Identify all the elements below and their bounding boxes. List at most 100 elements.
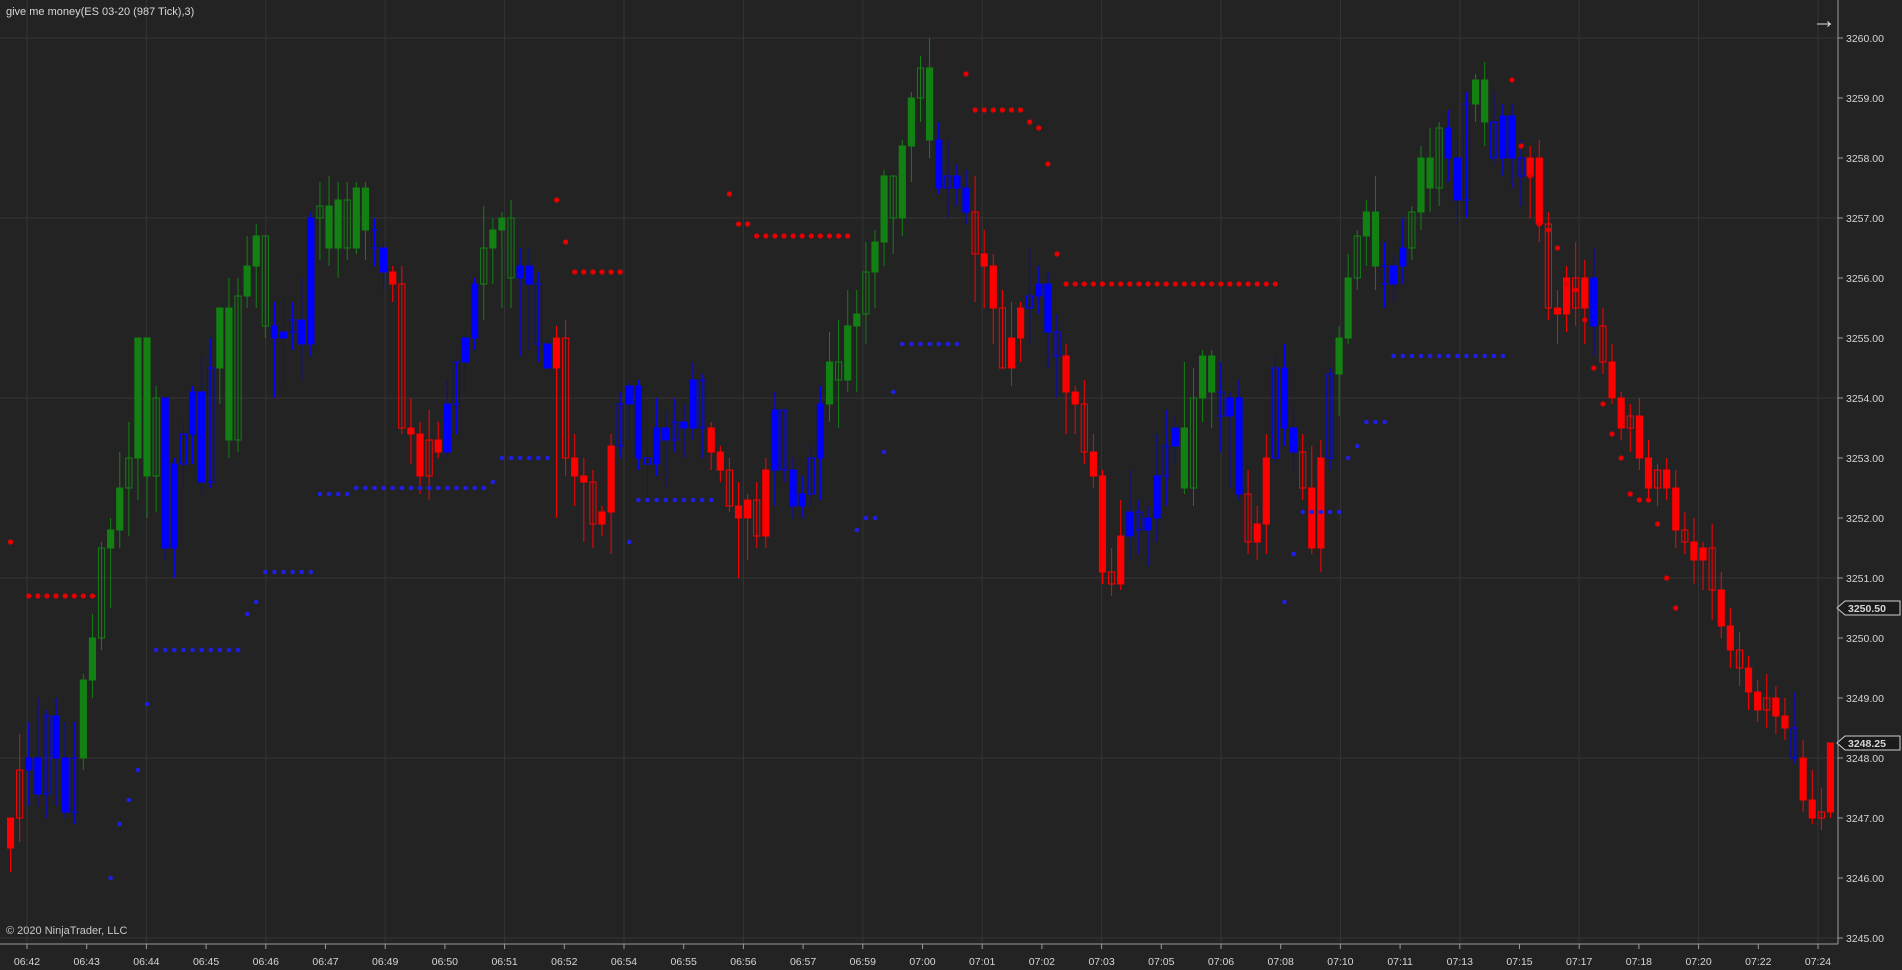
candle-body — [216, 307, 224, 369]
trail-stop-dot — [226, 647, 232, 653]
candle-body — [1781, 715, 1789, 729]
trail-stop-dot — [463, 485, 468, 491]
candle[interactable] — [1826, 742, 1835, 818]
candle[interactable] — [307, 212, 315, 356]
candle-body — [525, 265, 533, 285]
candle-body — [307, 217, 315, 345]
trail-stop-dot — [690, 497, 696, 503]
candle-body — [225, 307, 233, 441]
candle-body — [1180, 427, 1188, 489]
candle-body — [1754, 691, 1762, 711]
psar-dot — [590, 269, 596, 275]
psar-dot — [617, 269, 623, 275]
candle[interactable] — [161, 397, 169, 560]
candle-body — [1117, 535, 1125, 585]
psar-dot — [553, 197, 560, 203]
psar-dot — [836, 233, 842, 239]
candle-body — [1471, 79, 1480, 105]
price-tick-label: 3253.00 — [1846, 453, 1884, 465]
trail-stop-dot — [1282, 599, 1287, 605]
candle-body — [1253, 523, 1261, 543]
candle[interactable] — [1098, 470, 1107, 584]
trail-stop-dot — [162, 647, 168, 653]
trail-stop-dot — [363, 485, 368, 491]
trail-stop-dot — [290, 569, 295, 575]
trail-stop-dot — [399, 485, 405, 491]
candle[interactable] — [79, 674, 87, 770]
price-marker-label: 3248.25 — [1848, 738, 1886, 750]
trail-stop-dot — [335, 491, 341, 497]
psar-dot — [1254, 281, 1260, 287]
candle[interactable] — [1235, 380, 1243, 500]
time-tick-label: 06:51 — [491, 956, 517, 968]
trail-stop-dot — [181, 647, 186, 653]
candle-body — [1390, 265, 1398, 285]
psar-dot — [1145, 281, 1151, 287]
psar-dot — [1518, 143, 1524, 149]
psar-dot — [1563, 281, 1570, 287]
candle-body — [1062, 355, 1070, 393]
psar-dot — [1627, 491, 1633, 497]
trail-stop-dot — [645, 497, 650, 503]
arrow-right-icon[interactable]: → — [1810, 8, 1838, 34]
trail-stop-dot — [417, 485, 423, 491]
candle-body — [1153, 475, 1161, 519]
price-chart[interactable]: 3245.00 3246.00 3247.00 3248.00 3249.00 3250.… — [0, 0, 1902, 970]
time-tick-label: 07:22 — [1745, 956, 1771, 968]
trail-stop-dot — [854, 527, 860, 533]
candle[interactable] — [352, 182, 360, 254]
candle-body — [325, 205, 333, 249]
psar-dot — [1636, 497, 1642, 503]
candle-body — [1744, 667, 1753, 693]
candle-body — [1007, 337, 1016, 369]
price-tick-label: 3249.00 — [1846, 693, 1884, 705]
time-tick-label: 06:46 — [253, 956, 279, 968]
psar-dot — [1664, 575, 1670, 581]
psar-dot — [1127, 281, 1133, 287]
candle-body — [543, 343, 552, 369]
trail-stop-dot — [681, 497, 687, 503]
psar-dot — [1609, 431, 1615, 437]
time-tick-label: 07:05 — [1148, 956, 1174, 968]
candle-body — [1035, 283, 1043, 297]
candle[interactable] — [762, 458, 770, 548]
trail-stop-dot — [390, 485, 396, 491]
time-tick-label: 07:11 — [1387, 956, 1413, 968]
trail-stop-dot — [317, 491, 323, 497]
psar-dot — [1582, 317, 1588, 323]
trail-stop-dot — [1482, 353, 1487, 359]
psar-dot — [1063, 281, 1069, 287]
candle-body — [1772, 697, 1780, 717]
candle-body — [571, 457, 579, 477]
trail-stop-dot — [909, 341, 914, 347]
trail-stop-dot — [1409, 353, 1415, 359]
psar-dot — [608, 269, 614, 275]
psar-dot — [1527, 173, 1533, 179]
time-tick-label: 07:17 — [1566, 956, 1592, 968]
trail-stop-dot — [1364, 419, 1369, 425]
chart-background — [0, 0, 1902, 970]
psar-dot — [1136, 281, 1142, 287]
time-tick-label: 07:18 — [1626, 956, 1652, 968]
candle-body — [1635, 415, 1643, 459]
candle[interactable] — [634, 380, 643, 470]
candle-body — [762, 469, 770, 537]
trail-stop-dot — [1382, 419, 1387, 425]
trail-stop-dot — [472, 485, 477, 491]
psar-dot — [1618, 455, 1624, 461]
psar-dot — [62, 593, 68, 599]
psar-dot — [599, 269, 605, 275]
trail-stop-dot — [408, 485, 414, 491]
trail-stop-dot — [1455, 353, 1460, 359]
candle-body — [1171, 427, 1179, 447]
trail-stop-dot — [1354, 443, 1360, 449]
candle-body — [1608, 361, 1616, 399]
time-tick-label: 06:42 — [14, 956, 40, 968]
chart-window[interactable]: 3245.00 3246.00 3247.00 3248.00 3249.00 3250.… — [0, 0, 1902, 970]
candle-body — [853, 313, 861, 327]
price-tick-label: 3256.00 — [1846, 273, 1884, 285]
psar-dot — [745, 221, 751, 227]
psar-dot — [981, 107, 987, 113]
time-tick-label: 07:01 — [969, 956, 995, 968]
time-tick-label: 06:57 — [790, 956, 816, 968]
